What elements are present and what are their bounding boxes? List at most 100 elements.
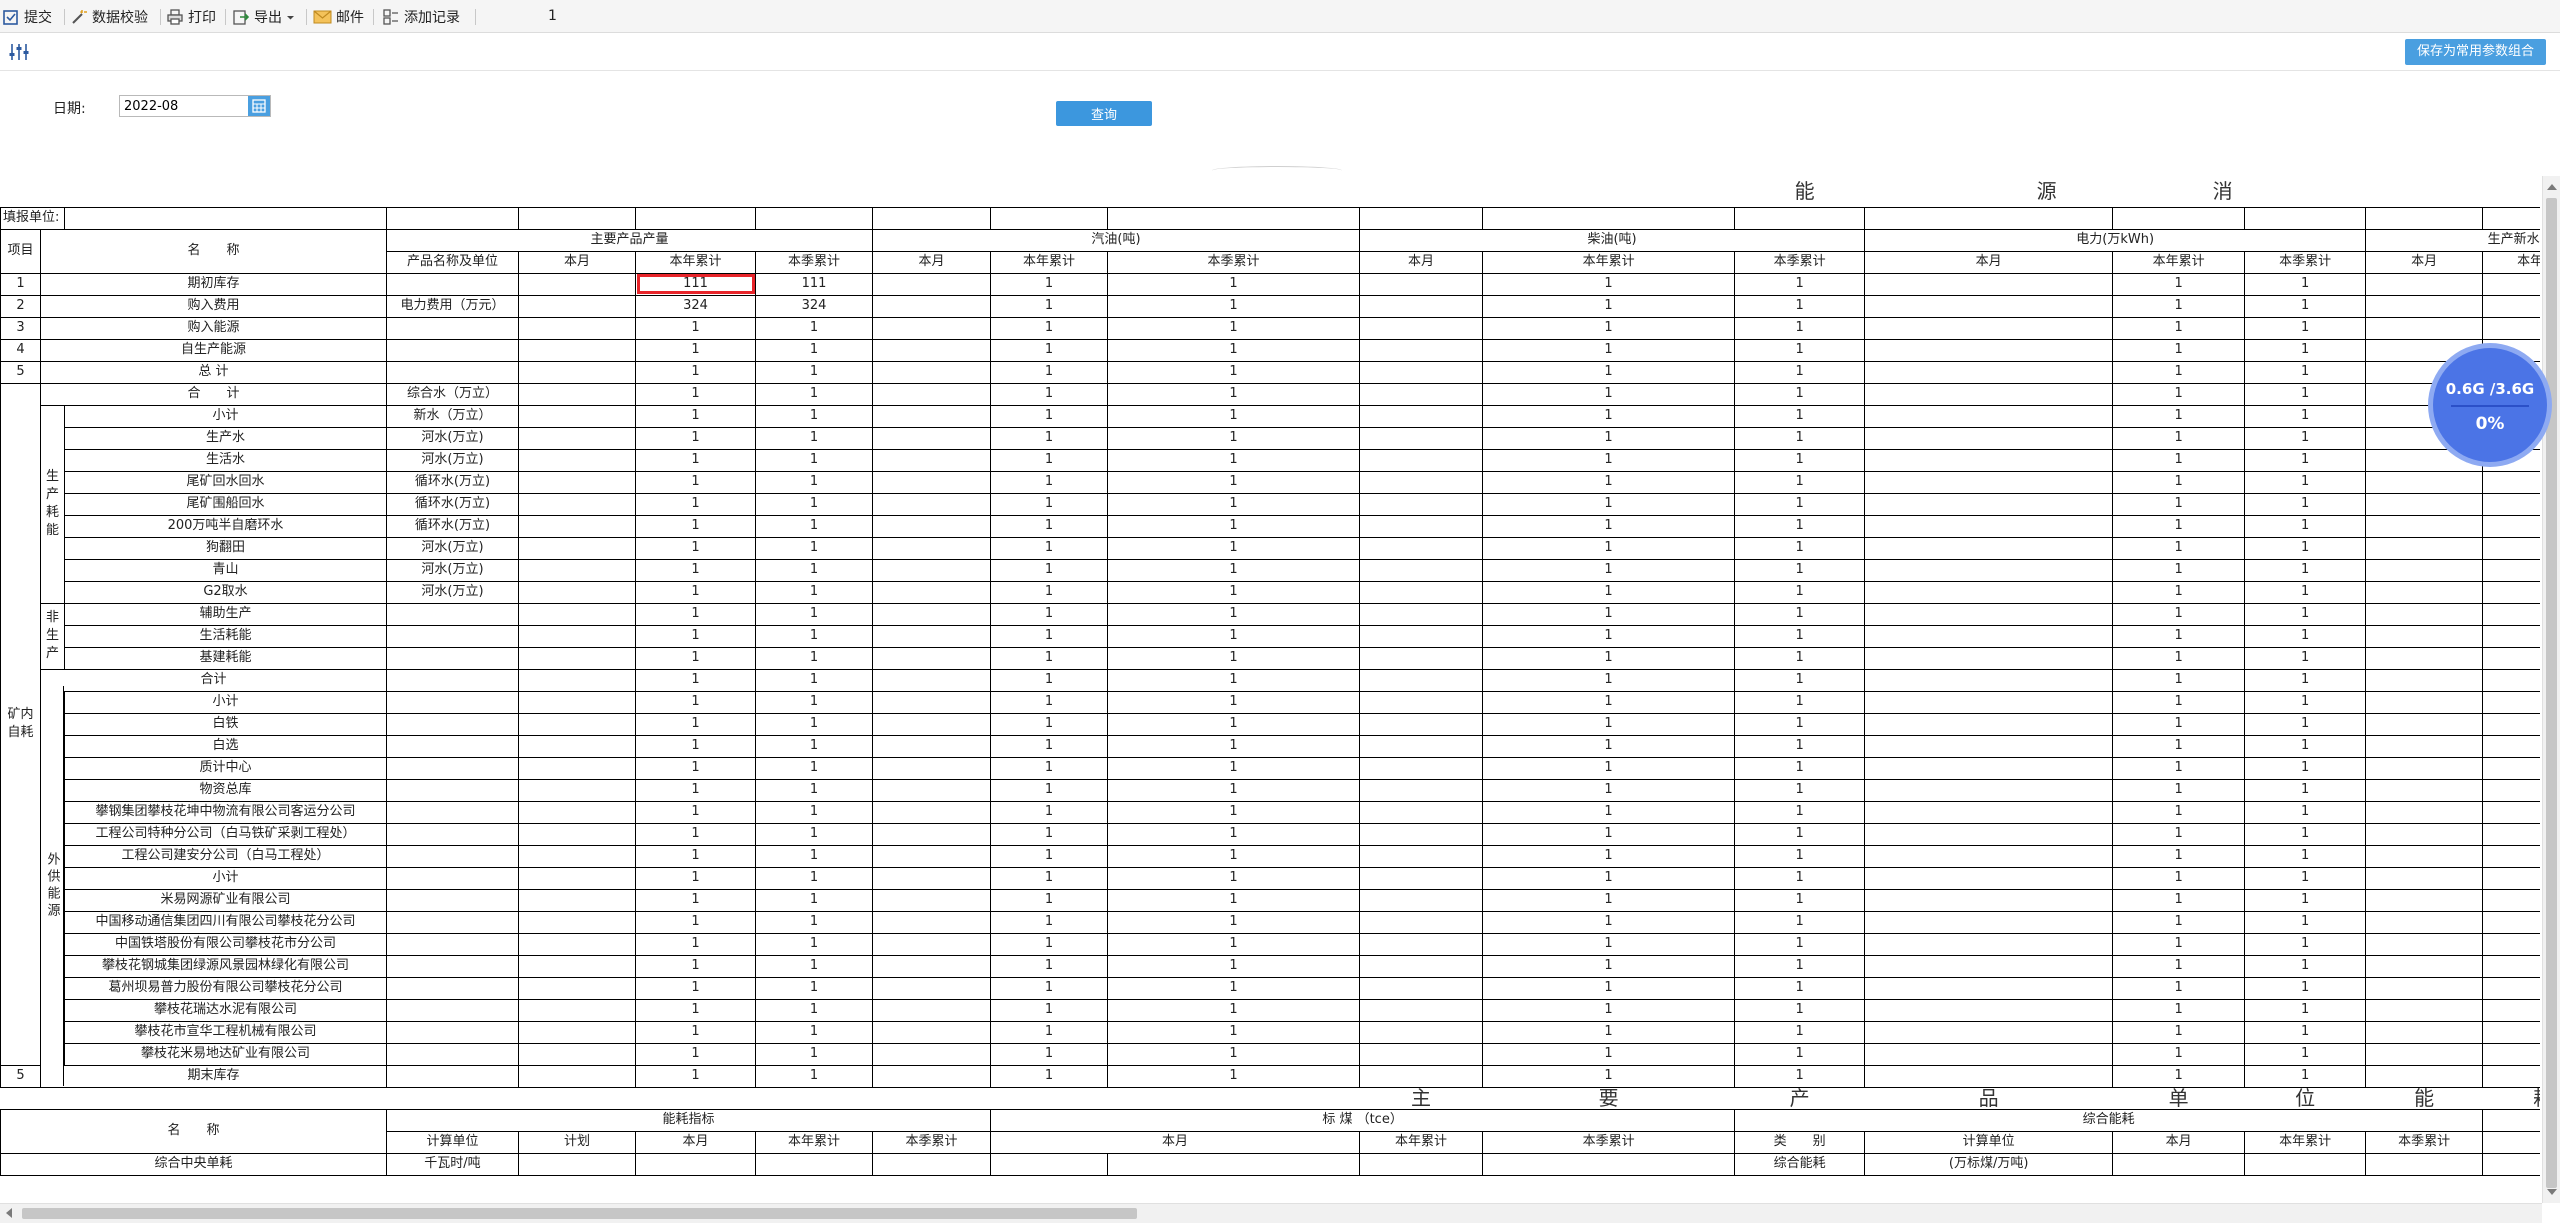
value-cell[interactable]: 1 — [2482, 536, 2540, 560]
value-cell[interactable]: 1 — [2112, 602, 2246, 626]
value-cell[interactable]: 1 — [1107, 1020, 1360, 1044]
value-cell[interactable]: 1 — [1481, 404, 1736, 428]
value-cell[interactable] — [872, 668, 991, 692]
value-cell[interactable] — [518, 1064, 636, 1088]
value-cell-quarter-total[interactable]: 1 — [755, 646, 873, 670]
value-cell[interactable] — [872, 844, 991, 868]
value-cell[interactable]: 1 — [1481, 272, 1736, 296]
value-cell[interactable] — [2365, 668, 2484, 692]
value-cell-quarter-total[interactable]: 1 — [755, 448, 873, 472]
value-cell[interactable] — [1359, 602, 1483, 626]
value-cell-quarter-total[interactable]: 1 — [755, 668, 873, 692]
value-cell[interactable]: 1 — [1481, 448, 1736, 472]
value-cell[interactable]: 1 — [1734, 822, 1866, 846]
value-cell[interactable]: 1 — [2244, 338, 2367, 362]
value-cell[interactable]: 1 — [1734, 404, 1866, 428]
value-cell-year-total[interactable]: 1 — [635, 690, 756, 714]
value-cell[interactable] — [2244, 1152, 2367, 1176]
value-cell[interactable] — [1359, 382, 1483, 406]
value-cell[interactable] — [518, 976, 636, 1000]
value-cell[interactable] — [635, 1152, 756, 1176]
value-cell-year-total[interactable]: 1 — [635, 822, 756, 846]
value-cell-quarter-total[interactable]: 1 — [755, 360, 873, 384]
value-cell[interactable] — [518, 360, 636, 384]
value-cell[interactable] — [1864, 558, 2114, 582]
value-cell[interactable] — [1359, 492, 1483, 516]
value-cell[interactable]: 1 — [1734, 668, 1866, 692]
value-cell[interactable] — [1359, 976, 1483, 1000]
value-cell[interactable] — [518, 294, 636, 318]
value-cell[interactable]: 1 — [2482, 976, 2540, 1000]
value-cell-quarter-total[interactable]: 1 — [755, 910, 873, 934]
value-cell[interactable]: 1 — [1107, 558, 1360, 582]
value-cell[interactable] — [1359, 1152, 1483, 1176]
value-cell-quarter-total[interactable]: 1 — [755, 580, 873, 604]
value-cell[interactable] — [872, 558, 991, 582]
value-cell[interactable]: 1 — [1734, 646, 1866, 670]
value-cell[interactable]: 1 — [1481, 338, 1736, 362]
export-button[interactable]: 导出 — [232, 7, 295, 27]
value-cell-quarter-total[interactable]: 1 — [755, 558, 873, 582]
value-cell[interactable] — [1864, 1064, 2114, 1088]
value-cell[interactable] — [872, 712, 991, 736]
value-cell[interactable]: 1 — [990, 580, 1108, 604]
value-cell[interactable]: 1 — [1734, 360, 1866, 384]
calendar-icon[interactable] — [248, 96, 270, 116]
value-cell-quarter-total[interactable]: 1 — [755, 602, 873, 626]
value-cell[interactable] — [1359, 712, 1483, 736]
value-cell[interactable]: 1 — [2244, 800, 2367, 824]
value-cell[interactable]: 1 — [2482, 954, 2540, 978]
value-cell-quarter-total[interactable]: 1 — [755, 756, 873, 780]
value-cell[interactable]: 1 — [2482, 998, 2540, 1022]
value-cell-quarter-total[interactable]: 1 — [755, 382, 873, 406]
value-cell[interactable] — [872, 932, 991, 956]
value-cell[interactable] — [1864, 690, 2114, 714]
value-cell[interactable]: 1 — [1481, 1020, 1736, 1044]
value-cell[interactable] — [518, 602, 636, 626]
value-cell[interactable] — [1864, 536, 2114, 560]
value-cell[interactable]: 1 — [1107, 778, 1360, 802]
value-cell[interactable] — [1864, 294, 2114, 318]
value-cell[interactable]: 1 — [2112, 272, 2246, 296]
value-cell[interactable]: 1 — [2244, 316, 2367, 340]
value-cell[interactable] — [518, 558, 636, 582]
value-cell[interactable] — [518, 338, 636, 362]
scroll-down-icon[interactable] — [2547, 1189, 2557, 1195]
value-cell[interactable] — [2365, 514, 2484, 538]
value-cell[interactable]: 1 — [990, 360, 1108, 384]
value-cell[interactable]: 1 — [1734, 888, 1866, 912]
value-cell[interactable] — [1864, 888, 2114, 912]
value-cell[interactable] — [518, 778, 636, 802]
value-cell[interactable] — [1864, 1042, 2114, 1066]
value-cell[interactable] — [518, 932, 636, 956]
value-cell[interactable]: 1 — [2482, 624, 2540, 648]
value-cell-year-total[interactable]: 1 — [635, 624, 756, 648]
value-cell[interactable]: 1 — [1734, 690, 1866, 714]
value-cell[interactable]: 1 — [2244, 558, 2367, 582]
value-cell[interactable] — [2482, 1152, 2540, 1176]
value-cell[interactable] — [872, 1020, 991, 1044]
value-cell[interactable]: 1 — [990, 756, 1108, 780]
print-button[interactable]: 打印 — [166, 7, 216, 27]
scroll-up-icon[interactable] — [2547, 184, 2557, 190]
value-cell[interactable] — [2365, 624, 2484, 648]
value-cell[interactable] — [1359, 998, 1483, 1022]
value-cell[interactable]: 1 — [990, 822, 1108, 846]
filter-settings-icon[interactable] — [8, 42, 30, 66]
value-cell[interactable]: 1 — [2112, 404, 2246, 428]
value-cell[interactable]: 1 — [1481, 602, 1736, 626]
value-cell[interactable] — [1359, 844, 1483, 868]
email-button[interactable]: 邮件 — [313, 7, 364, 27]
vertical-scrollbar[interactable] — [2542, 176, 2560, 1203]
value-cell[interactable] — [1864, 448, 2114, 472]
value-cell[interactable] — [872, 514, 991, 538]
value-cell-year-total[interactable]: 1 — [635, 778, 756, 802]
value-cell[interactable]: 1 — [1107, 360, 1360, 384]
value-cell[interactable] — [1864, 756, 2114, 780]
value-cell[interactable] — [518, 712, 636, 736]
value-cell-quarter-total[interactable]: 1 — [755, 470, 873, 494]
value-cell[interactable] — [518, 382, 636, 406]
value-cell[interactable]: 1 — [2482, 712, 2540, 736]
value-cell[interactable]: 1 — [990, 932, 1108, 956]
value-cell[interactable] — [872, 1152, 991, 1176]
